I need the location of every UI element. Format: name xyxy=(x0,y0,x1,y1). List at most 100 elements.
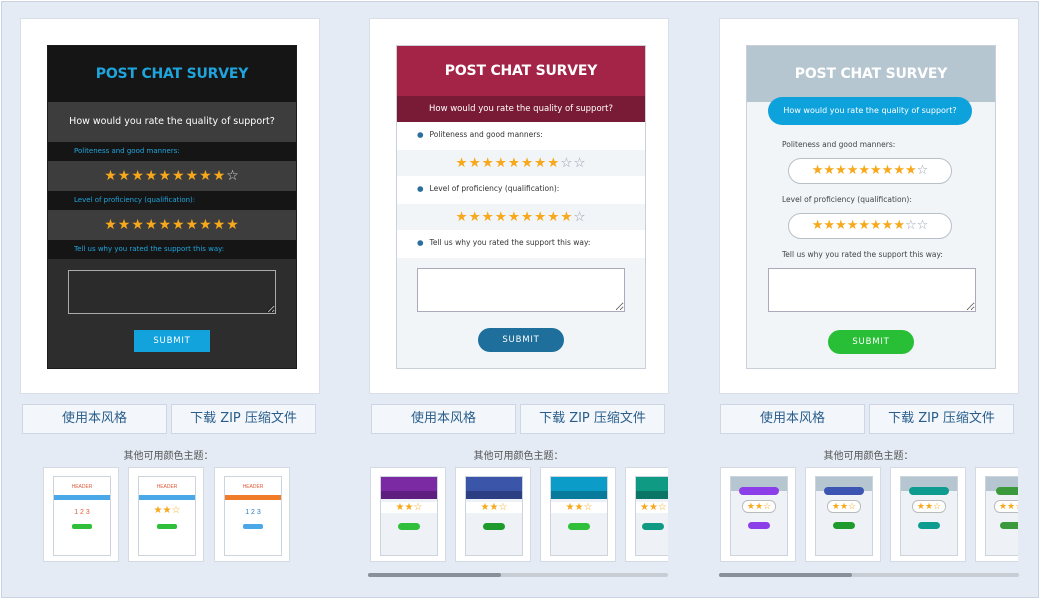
submit-button[interactable]: SUBMIT xyxy=(134,330,210,352)
other-themes-label: 其他可用颜色主题： xyxy=(473,451,564,462)
submit-button[interactable]: SUBMIT xyxy=(478,328,564,352)
scrollbar-handle[interactable] xyxy=(368,573,501,577)
thumb-stars: ★★☆ xyxy=(994,500,1018,513)
thumb-question-pill xyxy=(909,487,949,495)
thumb-question-pill xyxy=(824,487,864,495)
survey-question: How would you rate the quality of suppor… xyxy=(397,96,645,122)
question-politeness: ● Politeness and good manners: xyxy=(397,122,645,150)
question-proficiency: ● Level of proficiency (qualification): xyxy=(397,176,645,204)
theme-thumb[interactable]: ★★☆ xyxy=(720,467,796,562)
thumb-question-bar xyxy=(381,491,437,499)
bullet-icon: ● xyxy=(417,130,424,139)
theme-thumb[interactable]: ★★☆ xyxy=(540,467,616,562)
submit-button[interactable]: SUBMIT xyxy=(828,330,914,354)
theme-thumb[interactable]: ★★☆ xyxy=(455,467,531,562)
question-proficiency-text: Level of proficiency (qualification): xyxy=(429,184,560,193)
rating-politeness[interactable]: ★★★★★★★★☆☆ xyxy=(397,150,645,176)
thumb-scrollbar[interactable] xyxy=(719,573,1019,577)
thumb-header: HEADER xyxy=(71,484,93,490)
theme-thumb[interactable]: ★★☆ xyxy=(625,467,668,562)
survey-question: How would you rate the quality of suppor… xyxy=(768,97,972,125)
actions-crimson: 使用本风格 下载 ZIP 压缩文件 xyxy=(371,404,668,434)
survey-light: POST CHAT SURVEY How would you rate the … xyxy=(746,45,996,369)
thumb-bar xyxy=(139,495,195,500)
thumb-numbers: 1 2 3 xyxy=(245,509,261,516)
thumb-frame: ★★☆ xyxy=(730,476,788,556)
theme-preview-light: POST CHAT SURVEY How would you rate the … xyxy=(719,18,1019,394)
theme-thumb[interactable]: HEADER 1 2 3 xyxy=(43,467,119,562)
thumb-stars: ★★☆ xyxy=(381,502,437,513)
thumb-submit xyxy=(642,523,664,530)
thumb-stars: ★★☆ xyxy=(551,502,607,513)
theme-thumb[interactable]: HEADER 1 2 3 xyxy=(214,467,290,562)
thumb-stars: ★★☆ xyxy=(912,500,946,513)
theme-thumb[interactable]: ★★☆ xyxy=(975,467,1018,562)
survey-title: POST CHAT SURVEY xyxy=(48,46,296,102)
thumb-submit xyxy=(918,522,940,529)
question-why: Tell us why you rated the support this w… xyxy=(48,240,296,259)
question-proficiency: Level of proficiency (qualification): xyxy=(48,191,296,210)
rating-proficiency[interactable]: ★★★★★★★★☆☆ xyxy=(788,213,952,239)
thumb-submit xyxy=(1000,522,1018,529)
use-style-button[interactable]: 使用本风格 xyxy=(22,404,167,434)
question-why-text: Tell us why you rated the support this w… xyxy=(429,238,591,247)
thumb-header-bar xyxy=(381,477,437,491)
thumb-submit xyxy=(568,523,590,530)
comment-textarea[interactable] xyxy=(417,268,625,312)
thumb-numbers: 1 2 3 xyxy=(74,509,90,516)
rating-proficiency[interactable]: ★★★★★★★★★☆ xyxy=(397,204,645,230)
thumb-submit xyxy=(833,522,855,529)
question-politeness-text: Politeness and good manners: xyxy=(429,130,543,139)
bullet-icon: ● xyxy=(417,184,424,193)
use-style-button[interactable]: 使用本风格 xyxy=(720,404,865,434)
theme-thumb[interactable]: ★★☆ xyxy=(805,467,881,562)
thumb-frame: ★★☆ xyxy=(380,476,438,556)
rating-politeness[interactable]: ★★★★★★★★★☆ xyxy=(48,161,296,191)
other-themes-label: 其他可用颜色主题： xyxy=(823,451,914,462)
thumb-submit xyxy=(748,522,770,529)
actions-light: 使用本风格 下载 ZIP 压缩文件 xyxy=(720,404,1017,434)
thumb-header-bar xyxy=(466,477,522,491)
survey-title: POST CHAT SURVEY xyxy=(747,46,995,102)
download-zip-button[interactable]: 下载 ZIP 压缩文件 xyxy=(520,404,665,434)
theme-thumb[interactable]: HEADER ★★☆ xyxy=(128,467,204,562)
question-why: Tell us why you rated the support this w… xyxy=(782,250,943,259)
thumb-question-pill xyxy=(996,487,1018,495)
thumb-header-bar xyxy=(636,477,668,491)
download-zip-button[interactable]: 下载 ZIP 压缩文件 xyxy=(171,404,316,434)
theme-thumb[interactable]: ★★☆ xyxy=(890,467,966,562)
thumb-scrollbar[interactable] xyxy=(368,573,668,577)
theme-thumb[interactable]: ★★☆ xyxy=(370,467,446,562)
thumb-submit xyxy=(483,523,505,530)
thumb-stars: ★★☆ xyxy=(636,502,668,513)
thumb-submit xyxy=(72,524,92,529)
question-why: ● Tell us why you rated the support this … xyxy=(397,230,645,258)
survey-crimson: POST CHAT SURVEY How would you rate the … xyxy=(396,45,646,369)
use-style-button[interactable]: 使用本风格 xyxy=(371,404,516,434)
question-politeness: Politeness and good manners: xyxy=(48,142,296,161)
theme-thumbs-dark: HEADER 1 2 3 HEADER ★★☆ HEADER 1 2 3 xyxy=(43,467,293,567)
thumb-bar xyxy=(54,495,110,500)
theme-preview-dark: POST CHAT SURVEY How would you rate the … xyxy=(20,18,320,394)
thumb-submit xyxy=(243,524,263,529)
download-zip-button[interactable]: 下载 ZIP 压缩文件 xyxy=(869,404,1014,434)
actions-dark: 使用本风格 下载 ZIP 压缩文件 xyxy=(22,404,319,434)
rating-politeness[interactable]: ★★★★★★★★★☆ xyxy=(788,158,952,184)
page-frame: POST CHAT SURVEY How would you rate the … xyxy=(1,1,1039,598)
thumb-frame: ★★☆ xyxy=(465,476,523,556)
comment-textarea[interactable] xyxy=(68,270,276,314)
thumb-frame: ★★☆ xyxy=(635,476,668,556)
thumb-submit xyxy=(157,524,177,529)
survey-question: How would you rate the quality of suppor… xyxy=(48,102,296,142)
thumb-stars: ★★☆ xyxy=(153,505,181,516)
survey-dark: POST CHAT SURVEY How would you rate the … xyxy=(47,45,297,369)
question-politeness: Politeness and good manners: xyxy=(782,140,896,149)
comment-textarea[interactable] xyxy=(768,268,976,312)
scrollbar-handle[interactable] xyxy=(719,573,852,577)
theme-thumbs-light: ★★☆ ★★☆ ★★☆ ★★☆ xyxy=(720,467,1018,567)
thumb-stars: ★★☆ xyxy=(827,500,861,513)
thumb-frame: ★★☆ xyxy=(815,476,873,556)
rating-proficiency[interactable]: ★★★★★★★★★★ xyxy=(48,210,296,240)
thumb-frame: HEADER 1 2 3 xyxy=(224,476,282,556)
thumb-question-pill xyxy=(739,487,779,495)
